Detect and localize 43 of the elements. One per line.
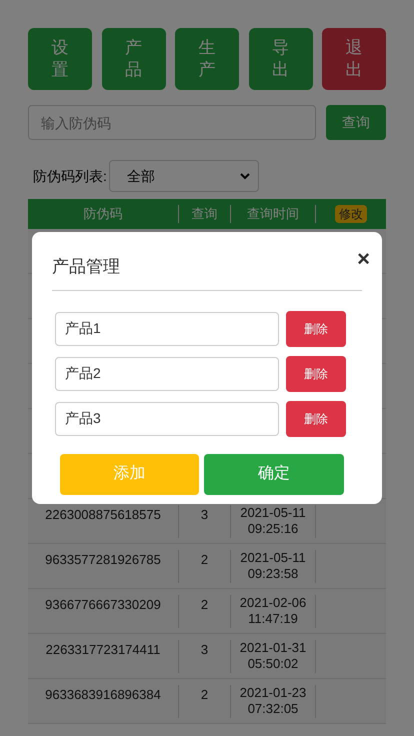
table-cell: 2021-02-06 [240, 595, 306, 611]
table-cell: 07:32:05 [248, 701, 298, 717]
modal-title: 产品管理 [52, 256, 120, 278]
nav-button[interactable]: 退出 [322, 28, 386, 90]
delete-button[interactable]: 删除 [286, 400, 346, 436]
table-cell: 2021-01-23 [240, 685, 306, 701]
table-cell-text: 9633577281926785 [45, 551, 161, 569]
column-header: 查询 [192, 205, 218, 224]
table-cell-text: 2 [200, 686, 208, 704]
nav-button[interactable]: 产品 [102, 28, 166, 90]
close-button[interactable]: × [357, 248, 370, 270]
table-cell-text: 9366776667330209 [45, 596, 161, 614]
column-header: 查询时间 [247, 205, 299, 224]
product-field[interactable]: 产品1 [55, 312, 279, 346]
delete-button[interactable]: 删除 [286, 356, 346, 392]
table-cell-text: 9633683916896384 [45, 686, 161, 704]
filter-label: 防伪码列表: [33, 166, 107, 186]
nav-button[interactable]: 导出 [248, 28, 312, 90]
table-cell: 2021-01-31 [240, 640, 306, 656]
search-field[interactable]: 输入防伪码 [28, 105, 316, 140]
column-header: 修改 [335, 205, 367, 223]
table-cell-text: 2263317723174411 [46, 641, 160, 659]
confirm-button[interactable]: 确定 [204, 454, 344, 494]
search-button[interactable]: 查询 [326, 105, 386, 140]
column-header: 防伪码 [84, 205, 122, 224]
table-cell-text: 2263008875618575 [45, 506, 161, 524]
table-cell: 11:47:19 [248, 611, 298, 627]
table-cell-text: 3 [200, 641, 208, 659]
product-field[interactable]: 产品2 [55, 356, 279, 390]
table-cell: 09:25:16 [248, 521, 298, 537]
nav-button[interactable]: 生产 [175, 28, 239, 90]
table-cell-text: 3 [200, 506, 208, 524]
delete-button[interactable]: 删除 [286, 310, 346, 346]
chevron-icon [240, 172, 250, 180]
table-cell: 2021-05-11 [240, 505, 306, 521]
filter-select[interactable]: 全部 [108, 160, 259, 192]
nav-button[interactable]: 设置 [28, 28, 92, 90]
table-cell-text: 2 [200, 596, 208, 614]
table-cell: 05:50:02 [248, 656, 298, 672]
table-cell-text: 2 [200, 551, 208, 569]
table-cell: 09:23:58 [248, 566, 298, 582]
table-cell: 2021-05-11 [240, 550, 306, 566]
product-field[interactable]: 产品3 [55, 402, 279, 436]
